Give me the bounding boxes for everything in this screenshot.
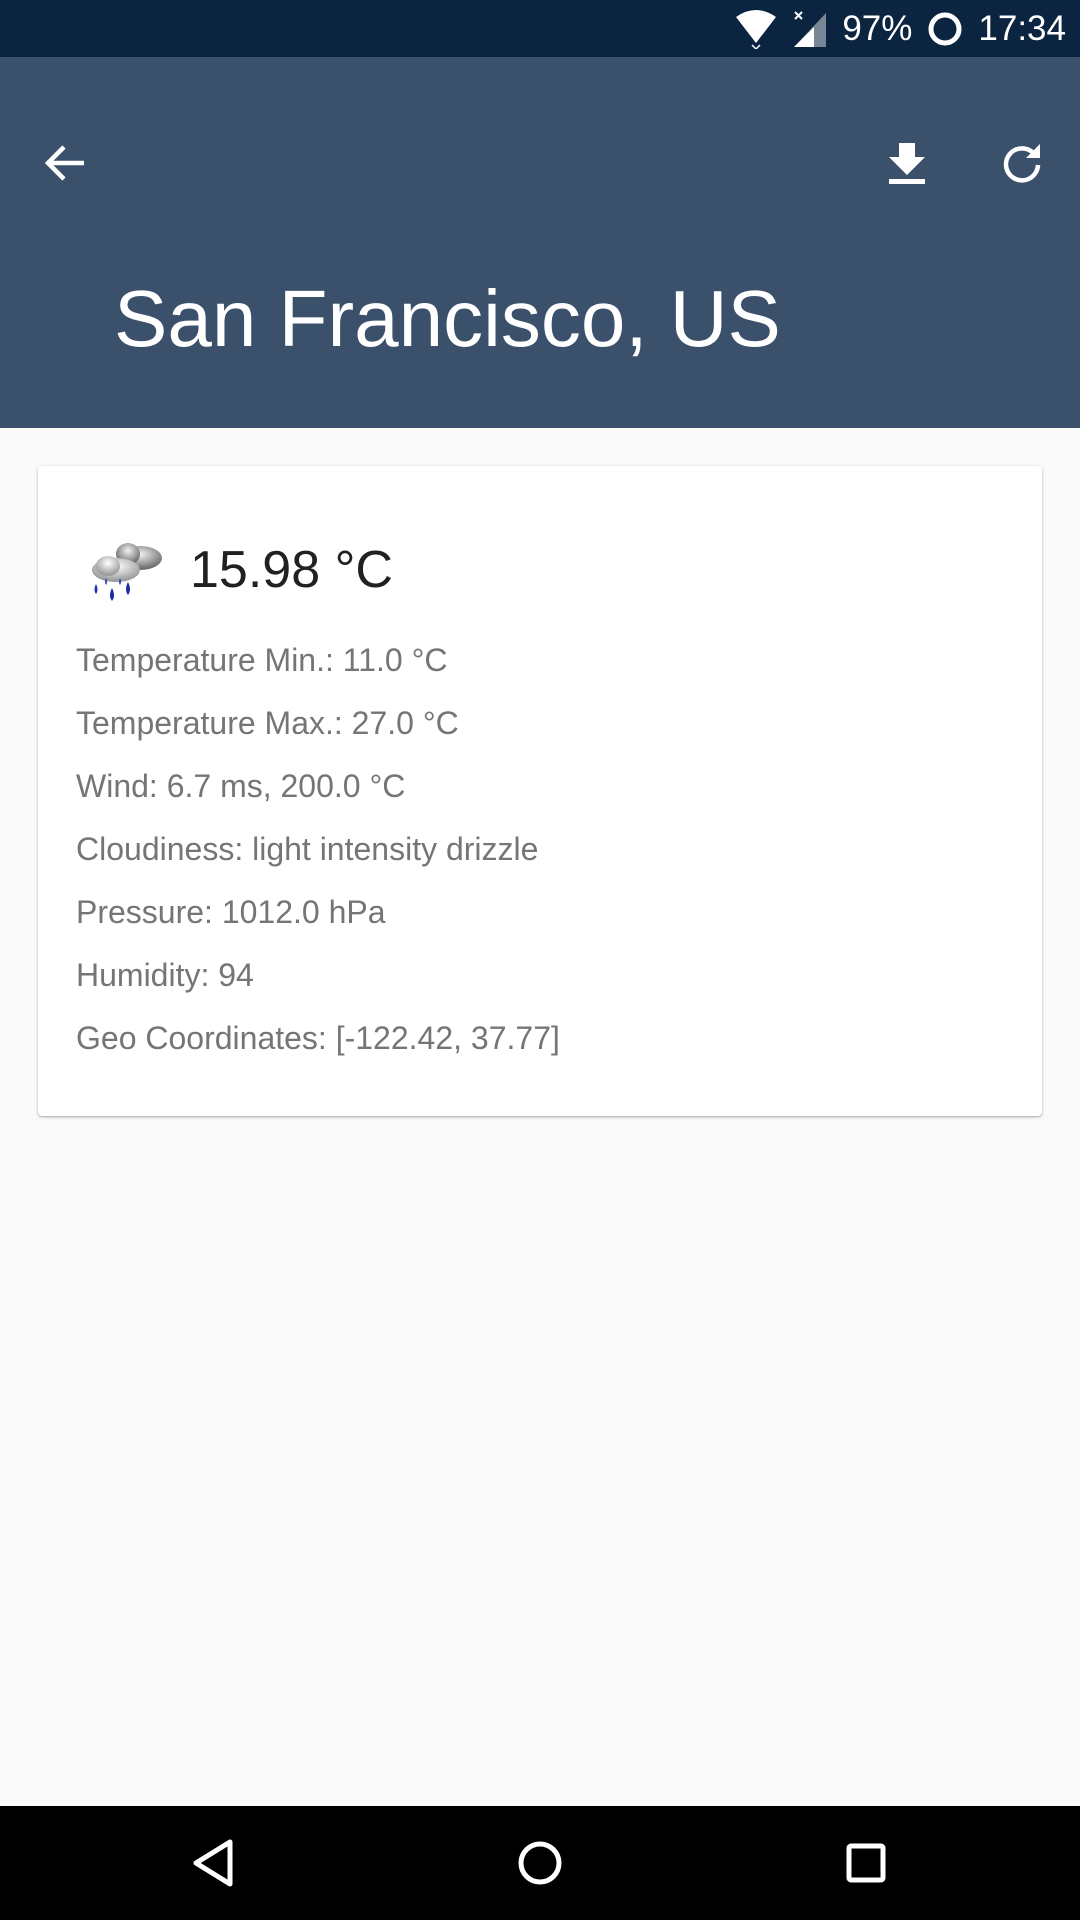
current-temperature: 15.98 °C — [190, 541, 393, 599]
status-bar: 97% 17:34 — [0, 0, 1080, 57]
nav-home-icon — [518, 1841, 562, 1885]
cloudiness: Cloudiness: light intensity drizzle — [76, 831, 539, 867]
nav-home-button[interactable] — [500, 1823, 580, 1903]
temp-max: Temperature Max.: 27.0 °C — [76, 705, 459, 741]
signal-icon — [792, 9, 828, 49]
status-icons: 97% 17:34 — [734, 0, 1066, 57]
arrow-back-icon — [44, 145, 84, 181]
weather-card: 15.98 °C Temperature Min.: 11.0 °C Tempe… — [38, 466, 1042, 1116]
back-button[interactable] — [26, 123, 106, 203]
refresh-icon — [1003, 144, 1041, 183]
download-button[interactable] — [867, 123, 947, 203]
wind: Wind: 6.7 ms, 200.0 °C — [76, 768, 406, 804]
temp-min: Temperature Min.: 11.0 °C — [76, 642, 448, 678]
pressure: Pressure: 1012.0 hPa — [76, 894, 386, 930]
city-title: San Francisco, US — [114, 274, 781, 363]
humidity: Humidity: 94 — [76, 957, 254, 993]
battery-icon — [926, 10, 964, 48]
battery-percent: 97% — [842, 9, 913, 48]
download-icon — [889, 143, 925, 184]
refresh-button[interactable] — [982, 123, 1062, 203]
nav-recents-icon — [846, 1843, 886, 1883]
clock: 17:34 — [978, 9, 1066, 48]
nav-back-button[interactable] — [174, 1823, 254, 1903]
navigation-bar — [0, 1806, 1080, 1920]
rain-cloud-icon — [92, 543, 162, 601]
geo-coordinates: Geo Coordinates: [-122.42, 37.77] — [76, 1020, 560, 1056]
nav-recents-button[interactable] — [826, 1823, 906, 1903]
wifi-icon — [734, 9, 778, 49]
nav-back-icon — [193, 1839, 233, 1887]
app-bar: San Francisco, US — [0, 57, 1080, 428]
